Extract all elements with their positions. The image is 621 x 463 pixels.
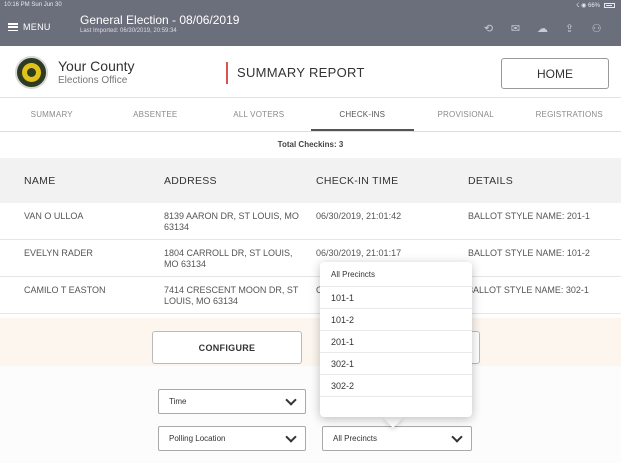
cell-time: 06/30/2019, 21:01:42: [316, 211, 402, 221]
table-header: NAME ADDRESS CHECK-IN TIME DETAILS: [0, 158, 621, 203]
dropdown-option[interactable]: All Precincts: [320, 262, 472, 287]
hamburger-icon: [8, 23, 18, 31]
cloud-icon[interactable]: ☁: [536, 23, 549, 36]
tab-registrations[interactable]: REGISTRATIONS: [518, 98, 621, 131]
share-icon[interactable]: ⇪: [563, 23, 576, 36]
table-row[interactable]: EVELYN RADER 1804 CARROLL DR, ST LOUIS, …: [0, 240, 621, 277]
chevron-down-icon: [285, 430, 297, 443]
title-accent-bar: [226, 62, 228, 84]
actions-band: [0, 318, 621, 366]
tab-absentee[interactable]: ABSENTEE: [104, 98, 208, 131]
history-icon[interactable]: ⟲: [482, 23, 495, 36]
cell-address: 8139 AARON DR, ST LOUIS, MO 63134: [164, 211, 299, 232]
cell-name: CAMILO T EASTON: [24, 285, 106, 295]
home-button[interactable]: HOME: [501, 58, 609, 89]
sort-select[interactable]: Time: [158, 389, 306, 414]
column-header-name: NAME: [24, 175, 56, 187]
dropdown-option[interactable]: 201-1: [320, 331, 472, 353]
mail-icon[interactable]: ✉: [509, 23, 522, 36]
sort-select-value: Time: [169, 397, 187, 406]
report-tabs: SUMMARY ABSENTEE ALL VOTERS CHECK-INS PR…: [0, 98, 621, 132]
county-name: Your County: [58, 58, 135, 74]
column-header-address: ADDRESS: [164, 175, 217, 187]
cell-address: 7414 CRESCENT MOON DR, ST LOUIS, MO 6313…: [164, 285, 299, 306]
column-header-details: DETAILS: [468, 175, 514, 187]
table-row[interactable]: CAMILO T EASTON 7414 CRESCENT MOON DR, S…: [0, 277, 621, 314]
menu-label: MENU: [23, 22, 51, 32]
cell-details: 3ALLOT STYLE NAME: 302-1: [468, 285, 589, 295]
users-icon[interactable]: ⚇: [590, 23, 603, 36]
cell-details: BALLOT STYLE NAME: 201-1: [468, 211, 590, 221]
tab-all-voters[interactable]: ALL VOTERS: [207, 98, 311, 131]
status-indicators: ☇ ◉ 66%: [576, 2, 615, 9]
polling-location-select[interactable]: Polling Location: [158, 426, 306, 451]
precinct-select[interactable]: All Precincts: [322, 426, 472, 451]
table-row[interactable]: VAN O ULLOA 8139 AARON DR, ST LOUIS, MO …: [0, 203, 621, 240]
page-header: Your County Elections Office SUMMARY REP…: [0, 46, 621, 98]
dropdown-option[interactable]: 302-2: [320, 375, 472, 397]
menu-button[interactable]: MENU: [8, 22, 51, 32]
county-block: Your County Elections Office: [58, 58, 135, 86]
app-bar: 10:16 PM Sun Jun 30 ☇ ◉ 66% MENU General…: [0, 0, 621, 46]
chevron-down-icon: [285, 393, 297, 406]
column-header-time: CHECK-IN TIME: [316, 175, 399, 187]
polling-location-select-value: Polling Location: [169, 434, 226, 443]
filter-panel: [0, 366, 621, 463]
county-office: Elections Office: [58, 75, 128, 86]
cell-name: EVELYN RADER: [24, 248, 93, 258]
election-title: General Election - 08/06/2019: [80, 13, 240, 27]
precinct-dropdown: All Precincts 101-1 101-2 201-1 302-1 30…: [320, 262, 472, 417]
chevron-down-icon: [451, 430, 463, 443]
county-seal-logo: [15, 56, 48, 89]
cell-name: VAN O ULLOA: [24, 211, 84, 221]
total-checkins: Total Checkins: 3: [0, 132, 621, 158]
last-imported: Last Imported: 06/30/2019, 20:59:34: [80, 28, 177, 34]
tab-summary[interactable]: SUMMARY: [0, 98, 104, 131]
status-time: 10:16 PM Sun Jun 30: [4, 2, 62, 8]
cell-time: 06/30/2019, 21:01:17: [316, 248, 402, 258]
configure-button[interactable]: CONFIGURE: [152, 331, 302, 364]
dropdown-option[interactable]: 101-2: [320, 309, 472, 331]
cell-address: 1804 CARROLL DR, ST LOUIS, MO 63134: [164, 248, 293, 269]
election-info: General Election - 08/06/2019 Last Impor…: [80, 13, 239, 34]
page-title: SUMMARY REPORT: [237, 65, 365, 80]
precinct-select-value: All Precincts: [333, 434, 378, 443]
dropdown-option[interactable]: 302-1: [320, 353, 472, 375]
status-signal: ☇ ◉ 66%: [575, 3, 600, 9]
dropdown-option[interactable]: 101-1: [320, 287, 472, 309]
cell-details: BALLOT STYLE NAME: 101-2: [468, 248, 590, 258]
battery-icon: [604, 3, 615, 8]
toolbar-icons: ⟲ ✉ ☁ ⇪ ⚇: [482, 23, 603, 36]
tab-check-ins[interactable]: CHECK-INS: [310, 98, 414, 131]
tab-provisional[interactable]: PROVISIONAL: [414, 98, 518, 131]
